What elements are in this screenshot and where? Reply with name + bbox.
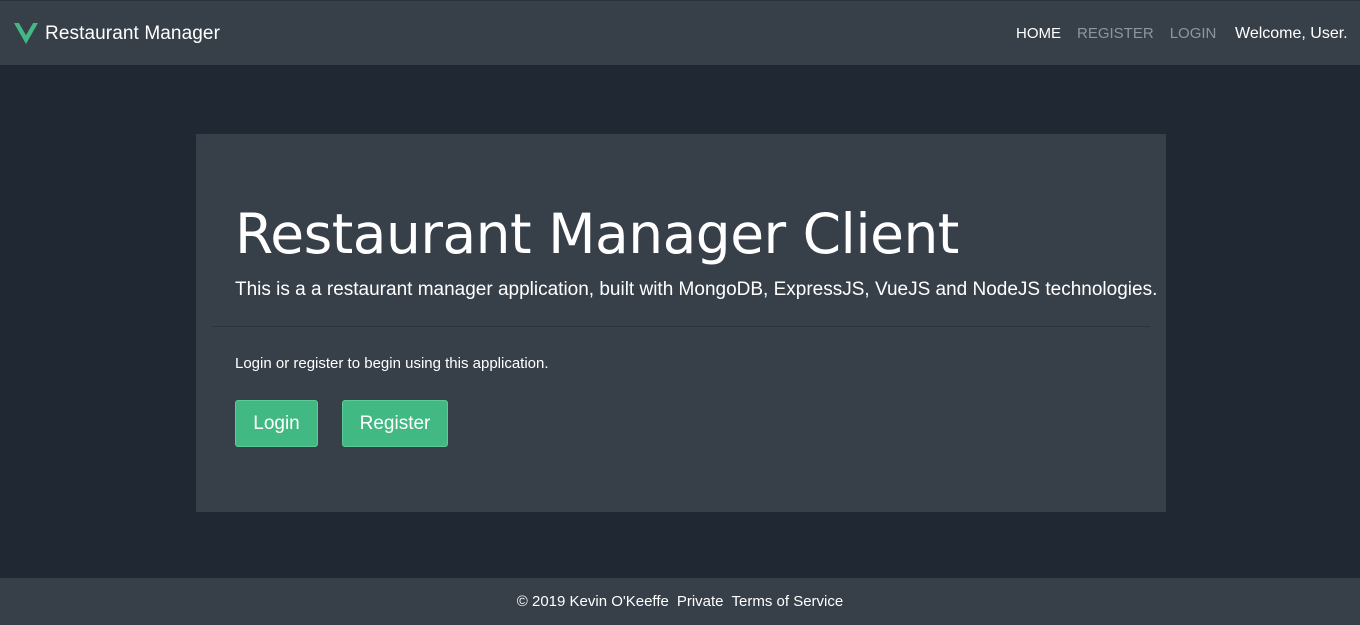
page-title: Restaurant Manager Client <box>235 202 959 266</box>
nav-home-link[interactable]: HOME <box>1016 24 1061 44</box>
divider <box>212 326 1150 327</box>
footer: © 2019 Kevin O'Keeffe Private Terms of S… <box>0 578 1360 625</box>
instruction-text: Login or register to begin using this ap… <box>235 355 549 372</box>
jumbotron: Restaurant Manager Client This is a a re… <box>196 134 1166 512</box>
nav-login-link[interactable]: LOGIN <box>1170 24 1217 44</box>
vue-logo-icon <box>14 23 38 44</box>
navbar: Restaurant Manager HOME REGISTER LOGIN W… <box>0 0 1360 65</box>
brand[interactable]: Restaurant Manager <box>14 21 220 47</box>
nav-register-link[interactable]: REGISTER <box>1077 24 1154 44</box>
private-link[interactable]: Private <box>677 593 724 610</box>
login-button[interactable]: Login <box>235 400 318 447</box>
brand-title: Restaurant Manager <box>45 23 221 44</box>
terms-of-service-link[interactable]: Terms of Service <box>732 593 844 610</box>
welcome-text: Welcome, User. <box>1235 25 1348 42</box>
copyright-text: © 2019 Kevin O'Keeffe <box>516 593 669 610</box>
register-button[interactable]: Register <box>342 400 448 447</box>
lead-text: This is a a restaurant manager applicati… <box>235 279 1158 300</box>
nav-links: HOME REGISTER LOGIN <box>1016 24 1232 44</box>
